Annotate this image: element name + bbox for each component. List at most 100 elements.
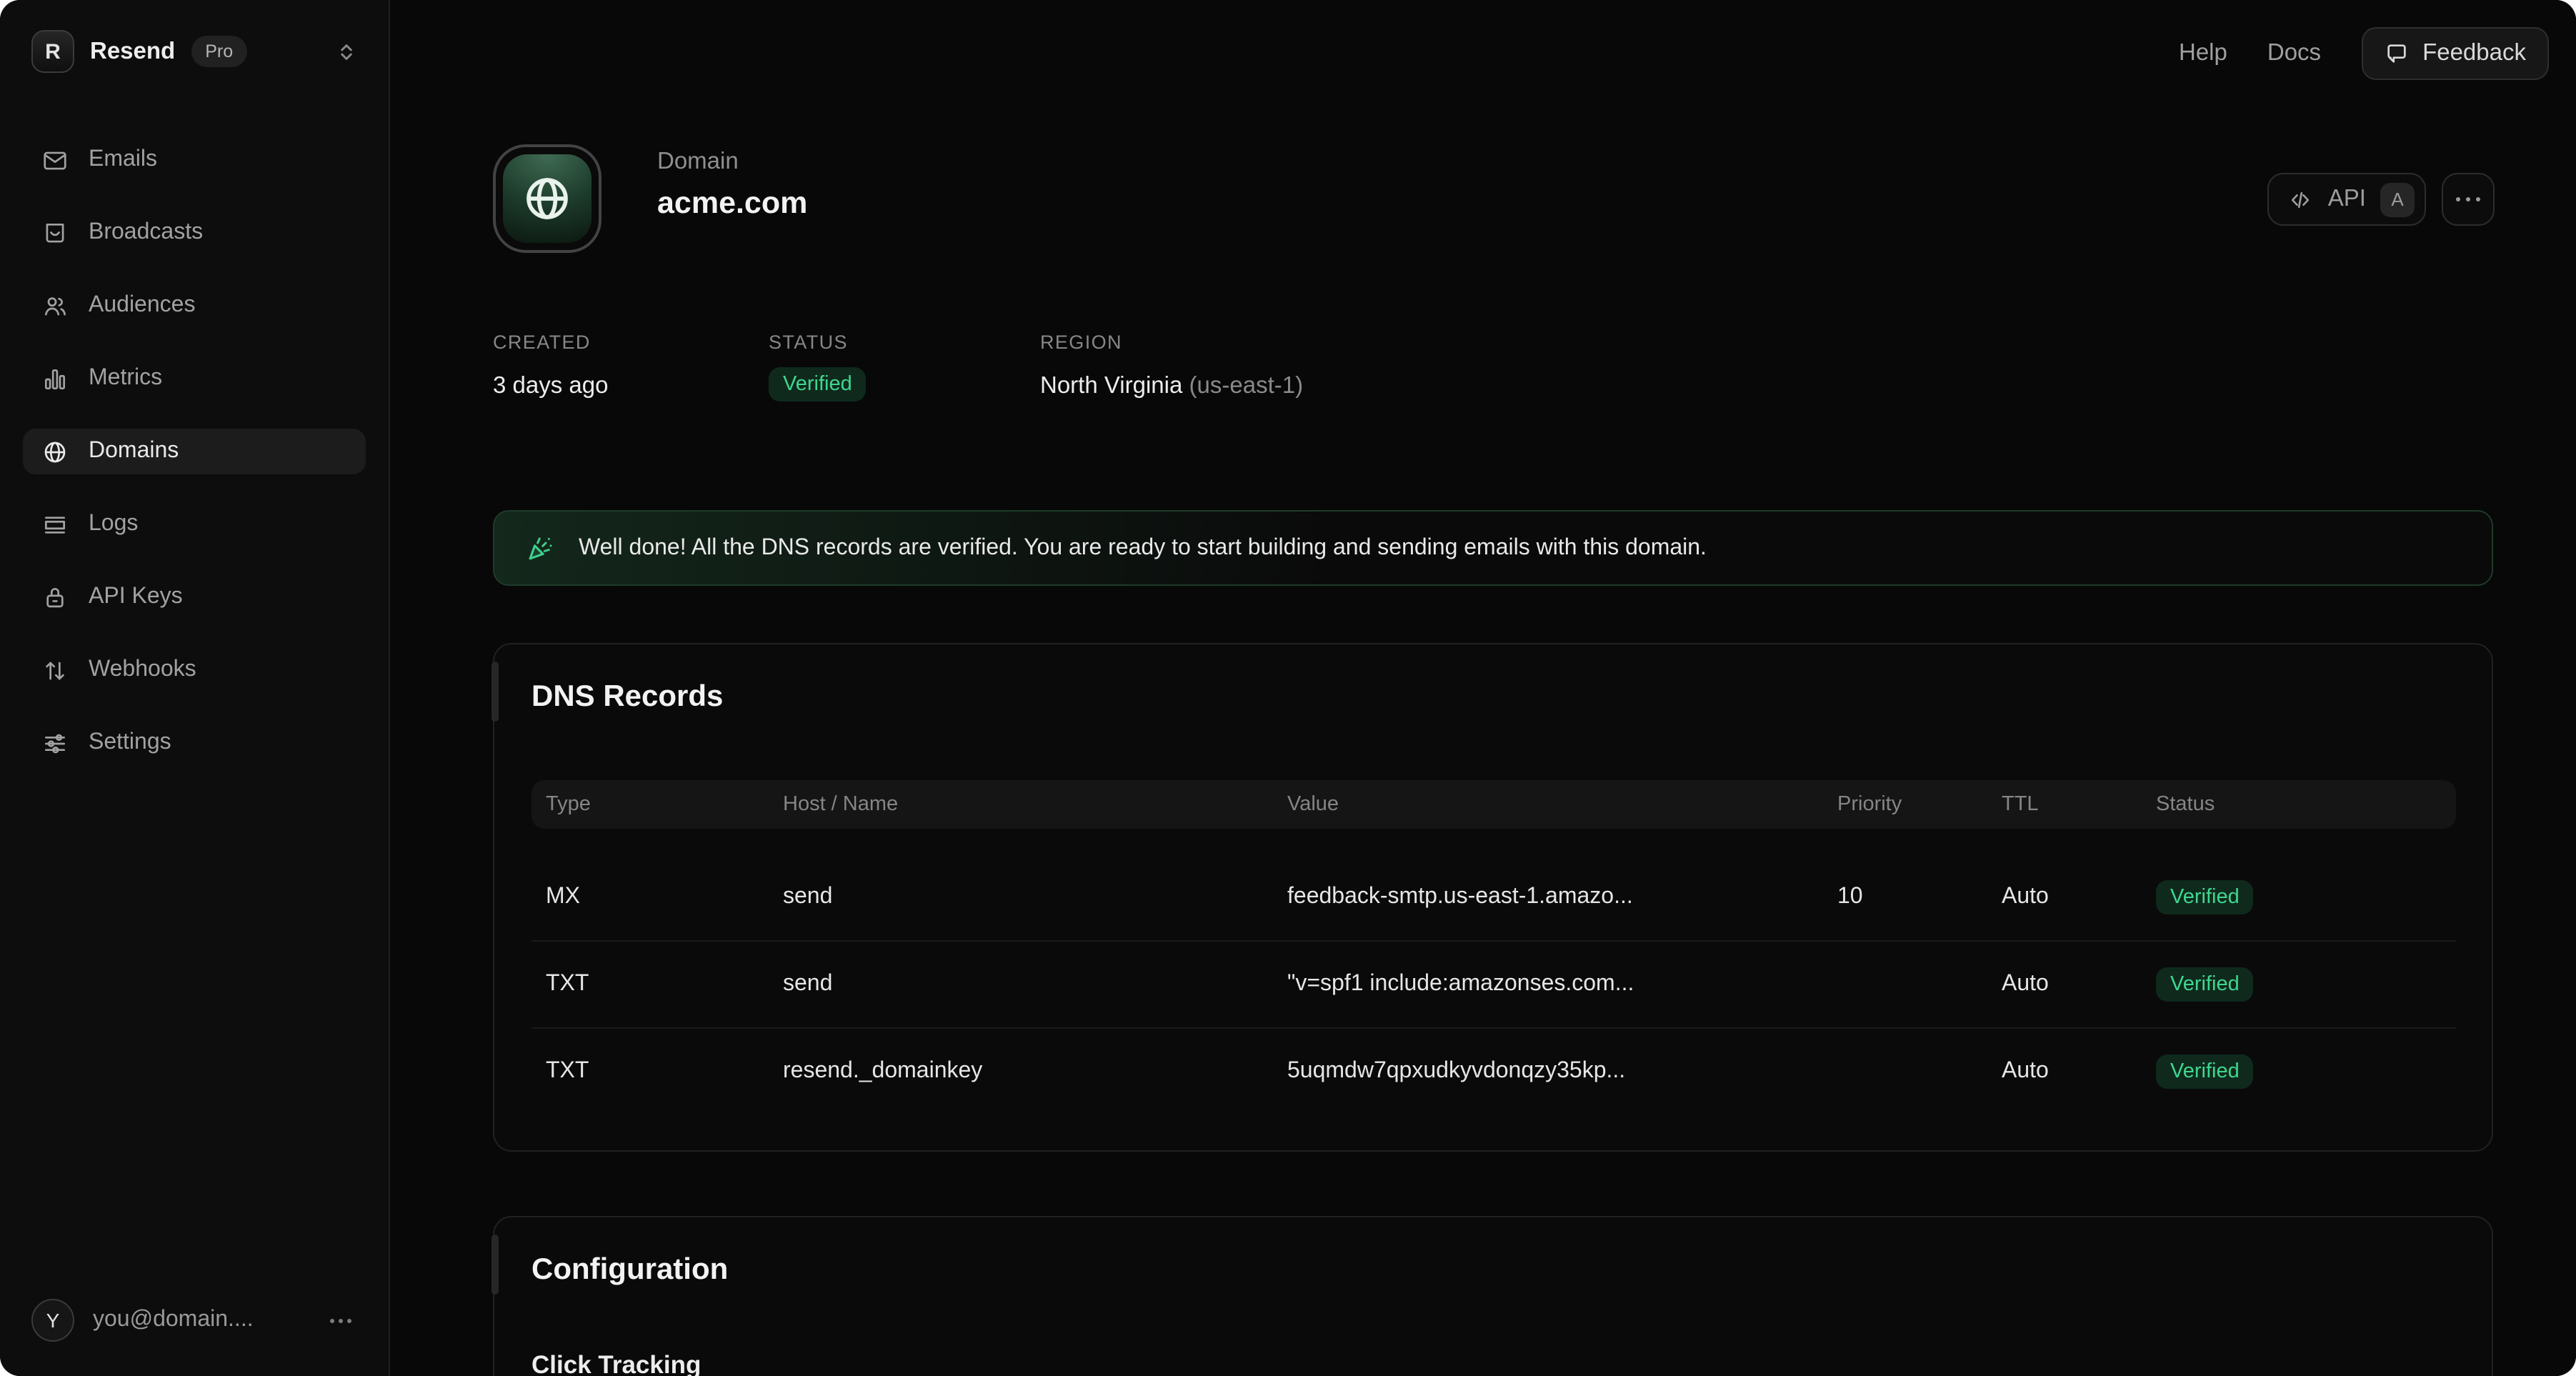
sidebar-item-label: Settings — [89, 730, 171, 756]
sidebar-item-label: Broadcasts — [89, 220, 203, 246]
created-value: 3 days ago — [493, 373, 769, 400]
app-window: R Resend Pro Emails Broadcasts Audiences — [0, 0, 2576, 1376]
people-icon — [41, 292, 69, 319]
workspace-name: Resend — [90, 38, 175, 65]
table-body: MX send feedback-smtp.us-east-1.amazo...… — [531, 854, 2456, 1115]
record-type: TXT — [531, 1059, 769, 1085]
sidebar-item-label: Domains — [89, 439, 179, 464]
bar-chart-icon — [41, 365, 69, 392]
globe-icon — [41, 438, 69, 465]
col-host: Host / Name — [769, 793, 1273, 816]
domain-avatar — [493, 144, 601, 253]
meta-created: CREATED 3 days ago — [493, 331, 769, 402]
table-header: Type Host / Name Value Priority TTL Stat… — [531, 780, 2456, 829]
dns-records-title: DNS Records — [531, 680, 723, 714]
resend-logo-icon: R — [31, 30, 74, 73]
plan-badge: Pro — [191, 36, 247, 67]
col-value: Value — [1273, 793, 1823, 816]
keyboard-shortcut-badge: A — [2380, 182, 2415, 216]
sidebar-item-emails[interactable]: Emails — [23, 137, 366, 183]
table-row: TXT send "v=spf1 include:amazonses.com..… — [531, 940, 2456, 1027]
col-type: Type — [531, 793, 769, 816]
banner-message: Well done! All the DNS records are verif… — [579, 535, 1707, 561]
record-ttl: Auto — [1987, 1059, 2142, 1085]
record-value: feedback-smtp.us-east-1.amazo... — [1273, 884, 1823, 910]
status-badge: Verified — [769, 367, 867, 402]
envelope-icon — [41, 146, 69, 174]
page-title: acme.com — [657, 186, 807, 221]
record-ttl: Auto — [1987, 972, 2142, 997]
broadcast-tray-icon — [41, 219, 69, 246]
verified-badge: Verified — [2156, 967, 2254, 1002]
api-button[interactable]: API A — [2268, 173, 2426, 226]
record-value: 5uqmdw7qpxudkyvdonqzy35kp... — [1273, 1059, 1823, 1085]
verified-badge: Verified — [2156, 1055, 2254, 1089]
sidebar-item-label: Logs — [89, 512, 138, 537]
success-banner: Well done! All the DNS records are verif… — [493, 510, 2493, 586]
more-options-button[interactable] — [2442, 173, 2495, 226]
meta-status: STATUS Verified — [769, 331, 1040, 402]
main-content: Help Docs Feedback Domain acme.com API A — [390, 0, 2576, 1376]
code-icon — [2288, 186, 2314, 212]
help-link[interactable]: Help — [2179, 40, 2227, 67]
sidebar-item-domains[interactable]: Domains — [23, 429, 366, 474]
record-value: "v=spf1 include:amazonses.com... — [1273, 972, 1823, 997]
table-row: TXT resend._domainkey 5uqmdw7qpxudkyvdon… — [531, 1027, 2456, 1115]
sidebar-item-logs[interactable]: Logs — [23, 502, 366, 547]
record-priority: 10 — [1823, 884, 1987, 910]
user-more-icon[interactable] — [330, 1318, 351, 1322]
record-status: Verified — [2142, 967, 2456, 1002]
sidebar: R Resend Pro Emails Broadcasts Audiences — [0, 0, 390, 1376]
sidebar-item-audiences[interactable]: Audiences — [23, 283, 366, 329]
dns-records-card: DNS Records Type Host / Name Value Prior… — [493, 643, 2493, 1152]
rows-icon — [41, 511, 69, 538]
arrows-up-down-icon — [41, 657, 69, 684]
sidebar-item-label: Audiences — [89, 293, 195, 319]
party-popper-icon — [526, 533, 556, 563]
sliders-icon — [41, 729, 69, 757]
lock-icon — [41, 584, 69, 611]
table-row: MX send feedback-smtp.us-east-1.amazo...… — [531, 854, 2456, 940]
section-indicator — [491, 1235, 499, 1295]
col-status: Status — [2142, 793, 2456, 816]
feedback-button[interactable]: Feedback — [2361, 27, 2549, 80]
sidebar-item-label: Metrics — [89, 366, 162, 392]
record-type: MX — [531, 884, 769, 910]
configuration-card: Configuration Click Tracking — [493, 1216, 2493, 1376]
top-navigation: Help Docs Feedback — [2179, 27, 2549, 80]
docs-link[interactable]: Docs — [2267, 40, 2321, 67]
sidebar-item-settings[interactable]: Settings — [23, 720, 366, 766]
sidebar-item-metrics[interactable]: Metrics — [23, 356, 366, 402]
verified-badge: Verified — [2156, 880, 2254, 914]
configuration-title: Configuration — [531, 1253, 728, 1287]
record-host: send — [769, 972, 1273, 997]
page-kicker: Domain — [657, 149, 739, 176]
meta-region: REGION North Virginia (us-east-1) — [1040, 331, 1303, 402]
sidebar-item-api-keys[interactable]: API Keys — [23, 574, 366, 620]
speech-bubble-icon — [2384, 41, 2408, 66]
record-ttl: Auto — [1987, 884, 2142, 910]
sidebar-item-label: API Keys — [89, 584, 183, 610]
section-indicator — [491, 662, 499, 722]
user-menu[interactable]: Y you@domain.... — [31, 1299, 351, 1342]
chevron-up-down-icon — [336, 41, 357, 62]
header-actions: API A — [2268, 173, 2495, 226]
record-host: send — [769, 884, 1273, 910]
user-email: you@domain.... — [93, 1307, 254, 1333]
dns-records-table: Type Host / Name Value Priority TTL Stat… — [531, 780, 2456, 1115]
region-value: North Virginia (us-east-1) — [1040, 373, 1303, 400]
sidebar-nav: Emails Broadcasts Audiences Metrics Doma… — [23, 137, 366, 793]
record-host: resend._domainkey — [769, 1059, 1273, 1085]
col-ttl: TTL — [1987, 793, 2142, 816]
sidebar-item-webhooks[interactable]: Webhooks — [23, 647, 366, 693]
record-status: Verified — [2142, 1055, 2456, 1089]
sidebar-item-label: Emails — [89, 147, 157, 173]
col-priority: Priority — [1823, 793, 1987, 816]
sidebar-item-label: Webhooks — [89, 657, 196, 683]
record-type: TXT — [531, 972, 769, 997]
user-avatar: Y — [31, 1299, 74, 1342]
click-tracking-label: Click Tracking — [531, 1350, 701, 1376]
workspace-switcher[interactable]: R Resend Pro — [31, 30, 357, 73]
sidebar-item-broadcasts[interactable]: Broadcasts — [23, 210, 366, 256]
globe-avatar-icon — [503, 154, 591, 243]
